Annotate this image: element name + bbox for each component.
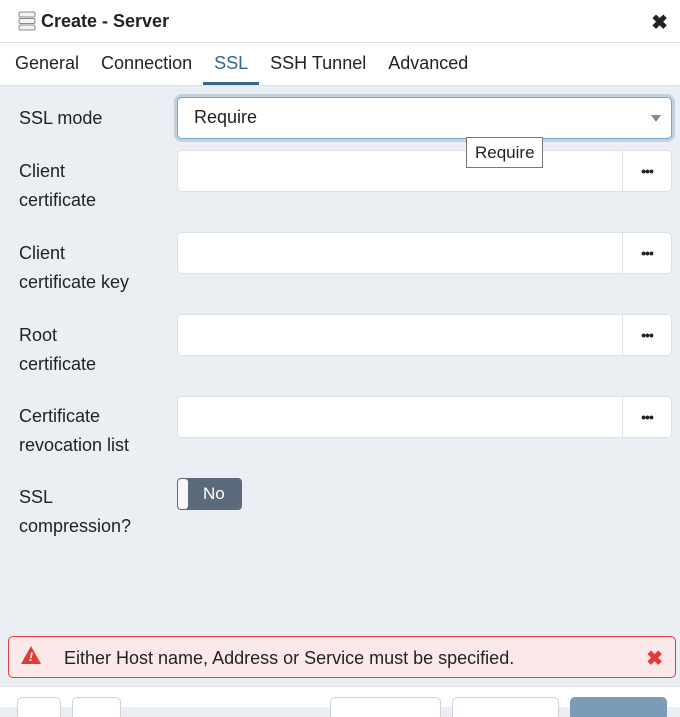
ssl-mode-value: Require: [194, 107, 258, 127]
caret-down-icon: [651, 115, 661, 122]
close-icon[interactable]: ✖: [646, 646, 663, 671]
tab-connection[interactable]: Connection: [90, 43, 203, 85]
tab-general[interactable]: General: [4, 43, 90, 85]
tab-advanced[interactable]: Advanced: [377, 43, 479, 85]
close-button[interactable]: [330, 697, 441, 717]
tab-ssh-tunnel[interactable]: SSH Tunnel: [259, 43, 377, 85]
close-icon[interactable]: ✖: [651, 10, 668, 35]
error-alert: ! Either Host name, Address or Service m…: [8, 636, 676, 678]
client-certificate-label: Client certificate: [19, 161, 97, 210]
tab-ssl[interactable]: SSL: [203, 43, 260, 85]
ssl-compression-label: SSL compression?: [19, 487, 132, 536]
browse-button[interactable]: •••: [622, 397, 671, 437]
save-button[interactable]: [570, 697, 667, 717]
browse-button[interactable]: •••: [622, 315, 671, 355]
error-message: Either Host name, Address or Service mus…: [64, 648, 515, 668]
tab-bar: General Connection SSL SSH Tunnel Advanc…: [0, 43, 680, 86]
help-button[interactable]: [72, 697, 121, 717]
ssl-mode-select[interactable]: Require: [177, 97, 672, 139]
client-certificate-key-label: Client certificate key: [19, 243, 130, 292]
ssl-compression-toggle[interactable]: No: [177, 478, 242, 510]
info-button[interactable]: [17, 697, 61, 717]
browse-button[interactable]: •••: [622, 151, 671, 191]
crl-input[interactable]: •••: [177, 396, 672, 438]
dialog-header: Create - Server ✖: [0, 0, 680, 43]
reset-button[interactable]: [452, 697, 559, 717]
warning-icon: !: [21, 646, 41, 664]
browse-button[interactable]: •••: [622, 233, 671, 273]
root-certificate-input[interactable]: •••: [177, 314, 672, 356]
client-certificate-key-input[interactable]: •••: [177, 232, 672, 274]
ssl-mode-label: SSL mode: [19, 108, 103, 128]
dialog-title: Create - Server: [41, 10, 170, 31]
root-certificate-label: Root certificate: [19, 325, 97, 374]
crl-label: Certificate revocation list: [19, 406, 130, 455]
client-certificate-input[interactable]: •••: [177, 150, 672, 192]
dialog-footer: [0, 686, 680, 717]
server-icon: [18, 11, 36, 31]
tooltip: Require: [466, 137, 543, 168]
